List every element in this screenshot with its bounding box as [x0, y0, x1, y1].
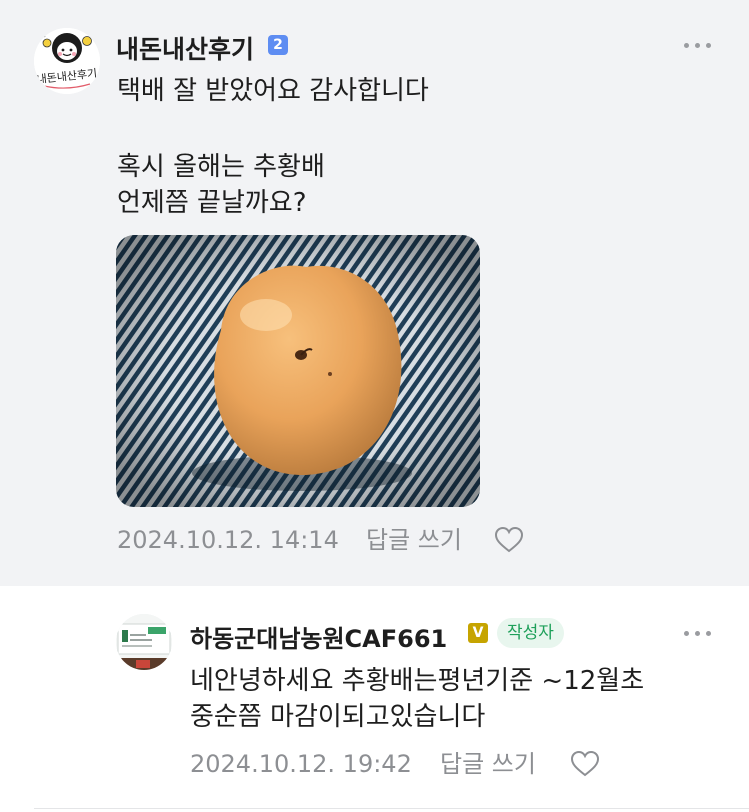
reply-more-options-icon[interactable] — [684, 628, 716, 638]
verified-badge: V — [468, 623, 488, 643]
commenter-avatar[interactable]: 내돈내산후기 — [34, 28, 100, 94]
author-tag: 작성자 — [497, 618, 564, 648]
attached-photo[interactable] — [116, 235, 480, 507]
comment-item: 내돈내산후기 내돈내산후기 2 택배 잘 받았어요 감사합니다 혹시 올해는 추… — [0, 0, 749, 586]
reply-button[interactable]: 답글 쓰기 — [366, 526, 462, 554]
commenter-nickname[interactable]: 내돈내산후기 — [116, 30, 254, 66]
reply-text-line-1: 네안녕하세요 추황배는평년기준 ~12월초 — [190, 666, 645, 696]
replier-nickname[interactable]: 하동군대남농원CAF661 — [190, 619, 447, 654]
replier-avatar[interactable] — [116, 614, 172, 670]
level-badge: 2 — [268, 35, 288, 55]
reply-heart-outline-icon[interactable] — [570, 750, 600, 778]
reply-text-line-2: 중순쯤 마감이되고있습니다 — [190, 702, 486, 732]
heart-outline-icon[interactable] — [494, 526, 524, 554]
pear-photo-image — [116, 235, 480, 507]
more-options-icon[interactable] — [684, 40, 716, 50]
comment-text-line-3: 언제쯤 끝날까요? — [117, 188, 307, 218]
avatar-decoration — [43, 83, 91, 89]
comment-text-line-2: 혹시 올해는 추황배 — [117, 152, 325, 182]
comment-timestamp: 2024.10.12. 14:14 — [117, 526, 339, 554]
bottom-divider — [34, 808, 749, 809]
farm-logo-image — [116, 614, 172, 670]
reply-reply-button[interactable]: 답글 쓰기 — [440, 750, 536, 778]
reply-timestamp: 2024.10.12. 19:42 — [190, 750, 412, 778]
comment-text-line-1: 택배 잘 받았어요 감사합니다 — [117, 76, 429, 106]
